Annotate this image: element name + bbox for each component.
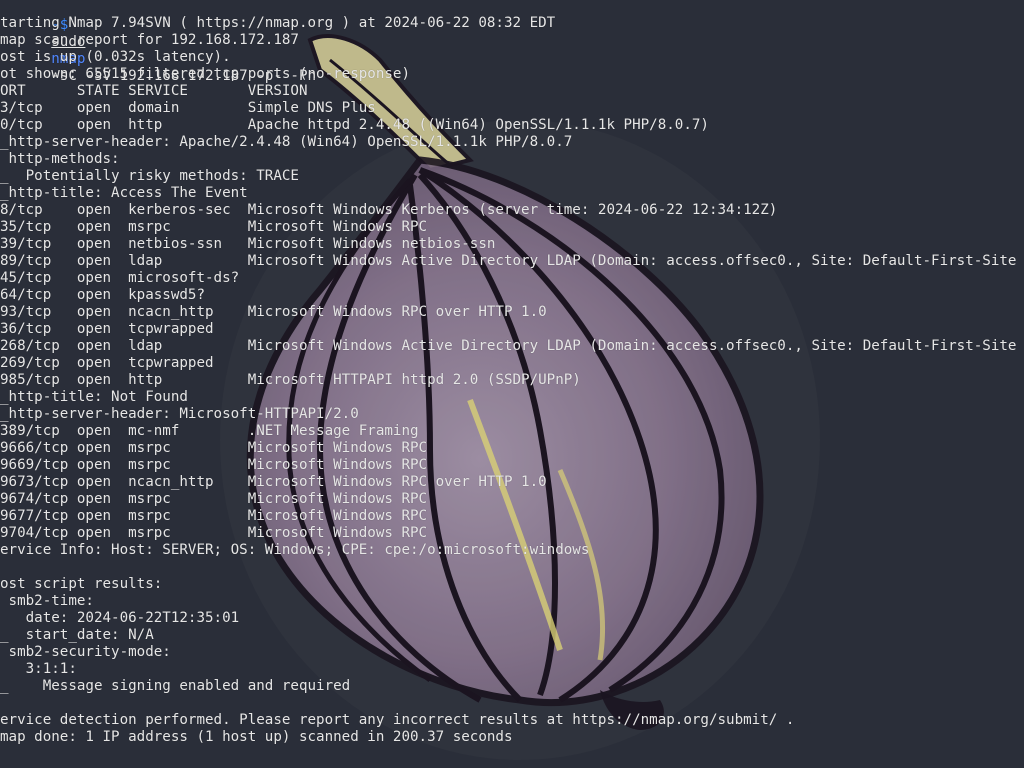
output-line: 9666/tcp open msrpc Microsoft Windows RP… bbox=[0, 440, 428, 456]
output-line: _http-server-header: Microsoft-HTTPAPI/2… bbox=[0, 406, 359, 422]
output-line: 3/tcp open domain Simple DNS Plus bbox=[0, 100, 376, 116]
output-line: smb2-time: bbox=[0, 593, 94, 609]
output-line: 45/tcp open microsoft-ds? bbox=[0, 270, 240, 286]
output-line: 9704/tcp open msrpc Microsoft Windows RP… bbox=[0, 525, 428, 541]
output-line: date: 2024-06-22T12:35:01 bbox=[0, 610, 240, 626]
output-line: 36/tcp open tcpwrapped bbox=[0, 321, 214, 337]
output-line: 3:1:1: bbox=[0, 661, 77, 677]
output-line: ORT STATE SERVICE VERSION bbox=[0, 83, 308, 99]
output-line: _ start_date: N/A bbox=[0, 627, 154, 643]
output-line: ost script results: bbox=[0, 576, 163, 592]
output-line: 89/tcp open ldap Microsoft Windows Activ… bbox=[0, 253, 1017, 269]
output-line: 93/tcp open ncacn_http Microsoft Windows… bbox=[0, 304, 547, 320]
output-line: 9669/tcp open msrpc Microsoft Windows RP… bbox=[0, 457, 428, 473]
output-line: 0/tcp open http Apache httpd 2.4.48 ((Wi… bbox=[0, 117, 709, 133]
terminal-output: -$ sudo nmap -sC -sV 192.168.172.187 -p-… bbox=[0, 0, 1024, 768]
output-line: 985/tcp open http Microsoft HTTPAPI http… bbox=[0, 372, 581, 388]
output-line: http-methods: bbox=[0, 151, 120, 167]
output-line: 35/tcp open msrpc Microsoft Windows RPC bbox=[0, 219, 428, 235]
output-line: 269/tcp open tcpwrapped bbox=[0, 355, 214, 371]
output-line: ervice detection performed. Please repor… bbox=[0, 712, 795, 728]
output-line: 64/tcp open kpasswd5? bbox=[0, 287, 205, 303]
output-line: 39/tcp open netbios-ssn Microsoft Window… bbox=[0, 236, 496, 252]
output-line: 9673/tcp open ncacn_http Microsoft Windo… bbox=[0, 474, 547, 490]
output-line: 9674/tcp open msrpc Microsoft Windows RP… bbox=[0, 491, 428, 507]
output-line: map done: 1 IP address (1 host up) scann… bbox=[0, 729, 513, 745]
output-line: _http-server-header: Apache/2.4.48 (Win6… bbox=[0, 134, 573, 150]
output-line: ost is up (0.032s latency). bbox=[0, 49, 231, 65]
output-line: _ Message signing enabled and required bbox=[0, 678, 351, 694]
output-line: _http-title: Not Found bbox=[0, 389, 188, 405]
output-line: _ Potentially risky methods: TRACE bbox=[0, 168, 299, 184]
output-line: map scan report for 192.168.172.187 bbox=[0, 32, 299, 48]
output-line: 9677/tcp open msrpc Microsoft Windows RP… bbox=[0, 508, 428, 524]
terminal-window[interactable]: -$ sudo nmap -sC -sV 192.168.172.187 -p-… bbox=[0, 0, 1024, 768]
output-line: 8/tcp open kerberos-sec Microsoft Window… bbox=[0, 202, 778, 218]
output-line: tarting Nmap 7.94SVN ( https://nmap.org … bbox=[0, 15, 556, 31]
output-line: ot shown: 65515 filtered tcp ports (no-r… bbox=[0, 66, 410, 82]
output-line: _http-title: Access The Event bbox=[0, 185, 248, 201]
output-line: 389/tcp open mc-nmf .NET Message Framing bbox=[0, 423, 419, 439]
output-line: ervice Info: Host: SERVER; OS: Windows; … bbox=[0, 542, 590, 558]
output-line: 268/tcp open ldap Microsoft Windows Acti… bbox=[0, 338, 1017, 354]
output-line: smb2-security-mode: bbox=[0, 644, 171, 660]
